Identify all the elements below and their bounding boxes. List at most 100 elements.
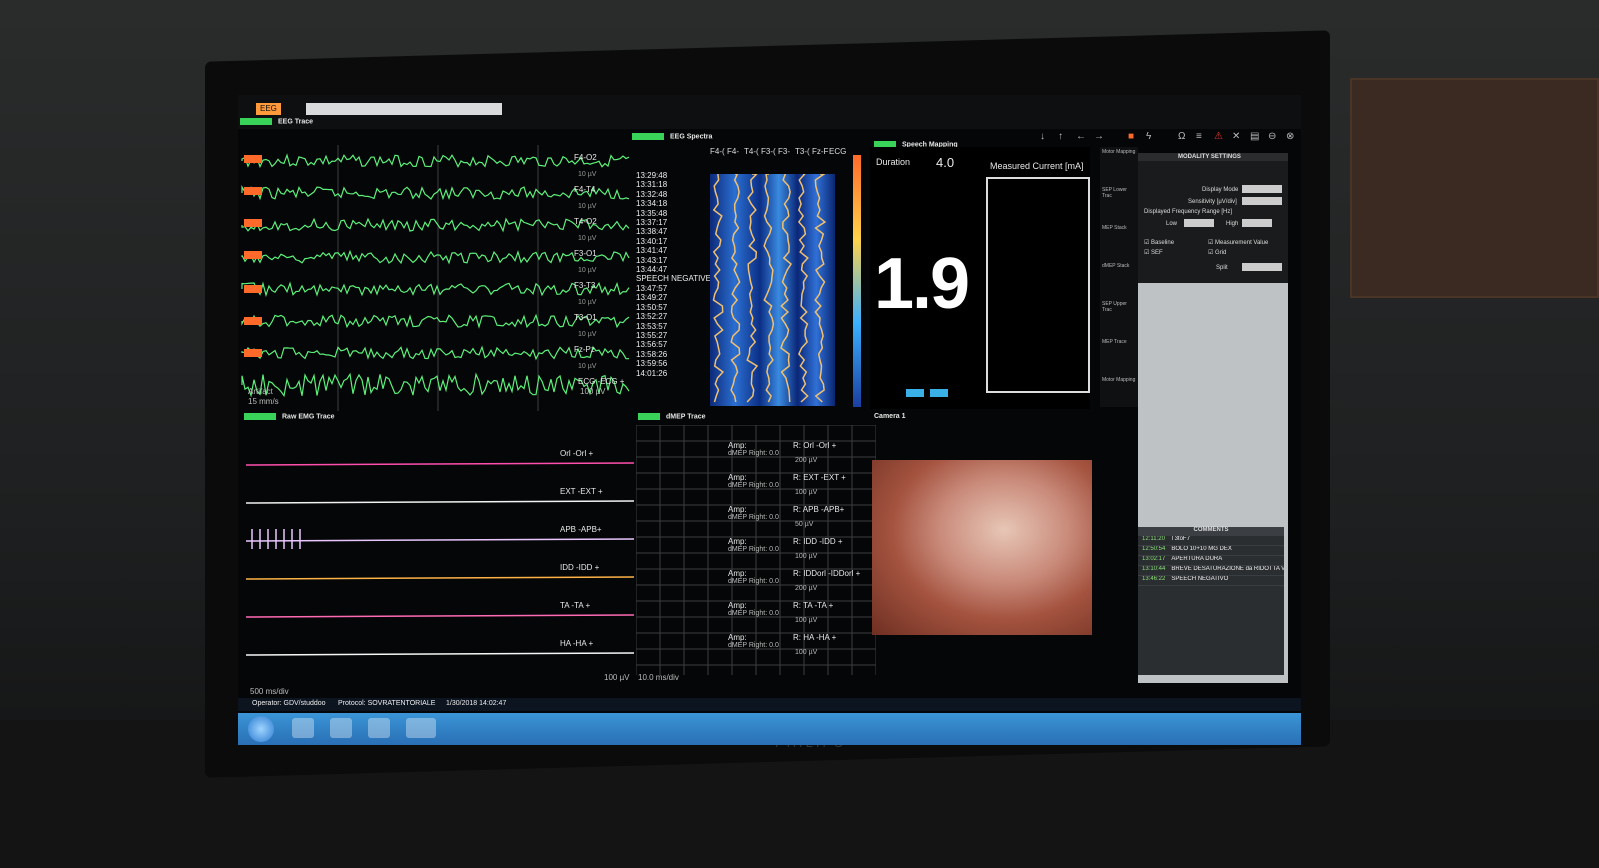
emg-waveform <box>245 462 635 466</box>
arrow-up-icon[interactable]: ↑ <box>1058 131 1063 142</box>
dmep-scale-label: 50 µV <box>795 521 814 528</box>
low-freq-select[interactable] <box>1184 219 1214 227</box>
dmep-scale-label: 200 µV <box>795 585 818 592</box>
event-timestamp: 13:59:56 <box>636 359 668 369</box>
display-mode-select[interactable] <box>1242 185 1282 193</box>
comment-text: BREVE DESATURAZIONE da RIDOTTA VENTILAZI… <box>1171 566 1284 572</box>
eeg-waveform <box>241 281 630 298</box>
event-timestamp: 13:35:48 <box>636 208 668 218</box>
eeg-scale-label: 10 µV <box>578 363 597 370</box>
comment-row[interactable]: 12:50:54 BOLO 10+10 MG DEX <box>1138 546 1284 556</box>
minimize-icon[interactable]: ⊖ <box>1268 131 1276 142</box>
side-module-label[interactable]: Motor Mapping <box>1102 149 1135 155</box>
windows-taskbar <box>238 713 1301 745</box>
dmep-channel-label: R: HA -HA + <box>793 633 837 642</box>
grid-checkbox[interactable]: ☑ Grid <box>1208 249 1226 256</box>
dmep-channel-label: R: TA -TA + <box>793 601 834 610</box>
comments-title: COMMENTS <box>1138 527 1284 536</box>
event-timestamp: SPEECH NEGATIVE <box>636 274 711 284</box>
dmep-title: dMEP Trace <box>638 413 706 423</box>
sef-checkbox[interactable]: ☑ SEF <box>1144 249 1163 256</box>
comment-row[interactable]: 13:10:44 BREVE DESATURAZIONE da RIDOTTA V… <box>1138 566 1284 576</box>
raw-emg-panel[interactable] <box>238 425 638 725</box>
spectra-color-scale <box>853 155 861 407</box>
dmep-amp-label: Amp: <box>728 601 747 610</box>
side-module-label[interactable]: MEP Trace <box>1102 339 1127 345</box>
comment-row[interactable]: 13:46:22 SPEECH NEGATIVO <box>1138 576 1284 586</box>
sensitivity-select[interactable] <box>1242 197 1282 205</box>
dmep-channel-label: R: EXT -EXT + <box>793 473 846 482</box>
eeg-channel-label: Fz-Pz <box>574 345 595 354</box>
spectra-line <box>746 174 759 403</box>
sensitivity-label: Sensitivity [µV/div] <box>1188 199 1237 205</box>
dmep-channel-label: R: APB -APB+ <box>793 505 845 514</box>
spectra-header: T4-( <box>744 147 759 156</box>
duration-label: Duration <box>876 157 911 167</box>
record-icon[interactable]: ■ <box>1128 131 1134 142</box>
dmep-right-value: dMEP Right: 0.0 <box>728 578 779 585</box>
event-timestamp: 13:31:18 <box>636 180 668 190</box>
duration-value: 4.0 <box>936 155 955 170</box>
taskbar-app-3[interactable] <box>368 718 390 738</box>
stimulation-current-value: 1.9 <box>874 244 970 324</box>
dmep-channel-label: R: Orl -Orl + <box>793 441 837 450</box>
baseline-checkbox[interactable]: ☑ Baseline <box>1144 239 1174 246</box>
event-timestamp: 13:44:47 <box>636 265 668 275</box>
impedance-icon[interactable]: Ω <box>1178 131 1185 142</box>
side-module-label[interactable]: dMEP Stack <box>1102 263 1129 269</box>
camera-feed[interactable] <box>872 460 1092 635</box>
eeg-channel-label: F3-O1 <box>574 249 597 258</box>
side-module-label[interactable]: SEP Upper Trac <box>1102 301 1138 313</box>
eeg-scale-label: 10 µV <box>578 267 597 274</box>
speech-start-button[interactable] <box>906 389 924 397</box>
speech-stop-button[interactable] <box>930 389 948 397</box>
emg-channel-label: EXT -EXT + <box>560 487 603 496</box>
display-mode-label: Display Mode <box>1202 187 1239 193</box>
eeg-channel-label: ECG -ECG + <box>578 377 625 386</box>
settings-icon[interactable]: ⊗ <box>1286 131 1294 142</box>
arrow-down-icon[interactable]: ↓ <box>1040 131 1045 142</box>
high-label: High <box>1226 221 1239 227</box>
measurement-checkbox[interactable]: ☑ Measurement Value <box>1208 239 1268 246</box>
spectra-line <box>780 174 792 403</box>
raw-emg-title: Raw EMG Trace <box>244 413 335 423</box>
modality-settings-title: MODALITY SETTINGS <box>1138 153 1288 161</box>
camera-title: Camera 1 <box>874 413 906 420</box>
arrow-right-icon[interactable]: → <box>1094 131 1104 142</box>
taskbar-app-2[interactable] <box>330 718 352 738</box>
side-module-label[interactable]: Motor Mapping <box>1102 377 1135 383</box>
comment-row[interactable]: 13:02:17 APERTURA DURA <box>1138 556 1284 566</box>
event-timestamp: 14:01:26 <box>636 368 668 378</box>
event-timestamp: 13:41:47 <box>636 246 668 256</box>
dmep-scale-label: 100 µV <box>795 617 818 624</box>
split-select[interactable] <box>1242 263 1282 271</box>
eeg-spectra-panel[interactable] <box>710 174 835 406</box>
spectra-header: Fz-F <box>812 147 829 156</box>
eeg-channel-label: T4-O2 <box>574 217 597 226</box>
event-timestamp: 13:50:57 <box>636 302 668 312</box>
filter-icon[interactable]: ≡ <box>1196 131 1202 142</box>
alert-icon[interactable]: ⚠ <box>1214 131 1223 142</box>
high-freq-select[interactable] <box>1242 219 1272 227</box>
dmep-right-value: dMEP Right: 0.0 <box>728 514 779 521</box>
wall-board <box>1350 78 1599 298</box>
emg-channel-label: Orl -Orl + <box>560 449 594 458</box>
event-timestamp: 13:38:47 <box>636 227 668 237</box>
eeg-channel-label: T3-O1 <box>574 313 597 322</box>
arrow-left-icon[interactable]: ← <box>1076 131 1086 142</box>
event-timestamp: 13:55:27 <box>636 330 668 340</box>
taskbar-app-4[interactable] <box>406 718 436 738</box>
eeg-waveform <box>241 184 630 201</box>
side-module-label[interactable]: SEP Lower Trac <box>1102 187 1138 199</box>
comment-row[interactable]: 12:11:20 T3toF7 <box>1138 536 1284 546</box>
start-button[interactable] <box>248 716 274 742</box>
page-icon[interactable]: ▤ <box>1250 131 1259 142</box>
event-timestamp: 13:40:17 <box>636 236 668 246</box>
close-icon[interactable]: ✕ <box>1232 131 1240 142</box>
dmep-right-value: dMEP Right: 0.0 <box>728 546 779 553</box>
comment-time: 12:50:54 <box>1142 546 1166 552</box>
flash-icon[interactable]: ϟ <box>1146 131 1151 142</box>
side-module-label[interactable]: MEP Stack <box>1102 225 1127 231</box>
emg-waveform <box>245 500 635 504</box>
taskbar-app-1[interactable] <box>292 718 314 738</box>
